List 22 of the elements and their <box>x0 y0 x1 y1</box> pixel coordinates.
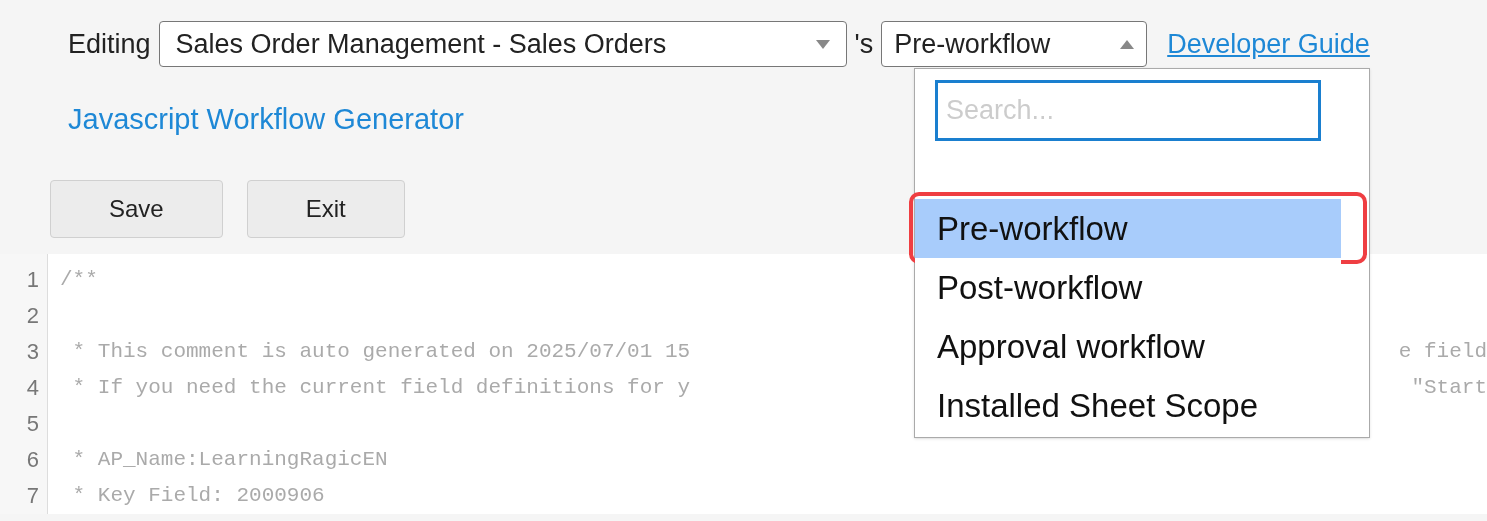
code-line: "Start <box>1411 375 1487 402</box>
line-number: 1 <box>26 266 39 294</box>
code-line: e field <box>1398 339 1487 366</box>
code-line: * AP_Name:LearningRagicEN <box>71 447 388 474</box>
line-number: 5 <box>26 410 39 438</box>
toolbar-button[interactable]: Save <box>50 180 223 238</box>
line-number: 7 <box>26 482 39 510</box>
line-number: 3 <box>26 338 39 366</box>
code-line: * This comment is auto generated on 2025/07/01 15 <box>71 339 691 366</box>
toolbar-button[interactable]: Exit <box>246 180 405 238</box>
code-line: * Key Field: 2000906 <box>71 483 325 510</box>
code-line: * If you need the current field definitions for y <box>71 375 691 402</box>
code-line: /** <box>60 267 98 294</box>
line-number: 4 <box>26 374 39 402</box>
dropdown-option[interactable]: Post-workflow <box>915 258 1341 317</box>
line-number: 2 <box>26 302 39 330</box>
line-number: 6 <box>26 446 39 474</box>
possessive-text: 's <box>854 27 874 61</box>
workflow-select[interactable]: Pre-workflow <box>881 21 1148 67</box>
dropdown-option[interactable]: Pre-workflow <box>915 199 1341 258</box>
editing-label: Editing <box>68 27 151 61</box>
sheet-select[interactable]: Sales Order Management - Sales Orders <box>158 21 847 67</box>
